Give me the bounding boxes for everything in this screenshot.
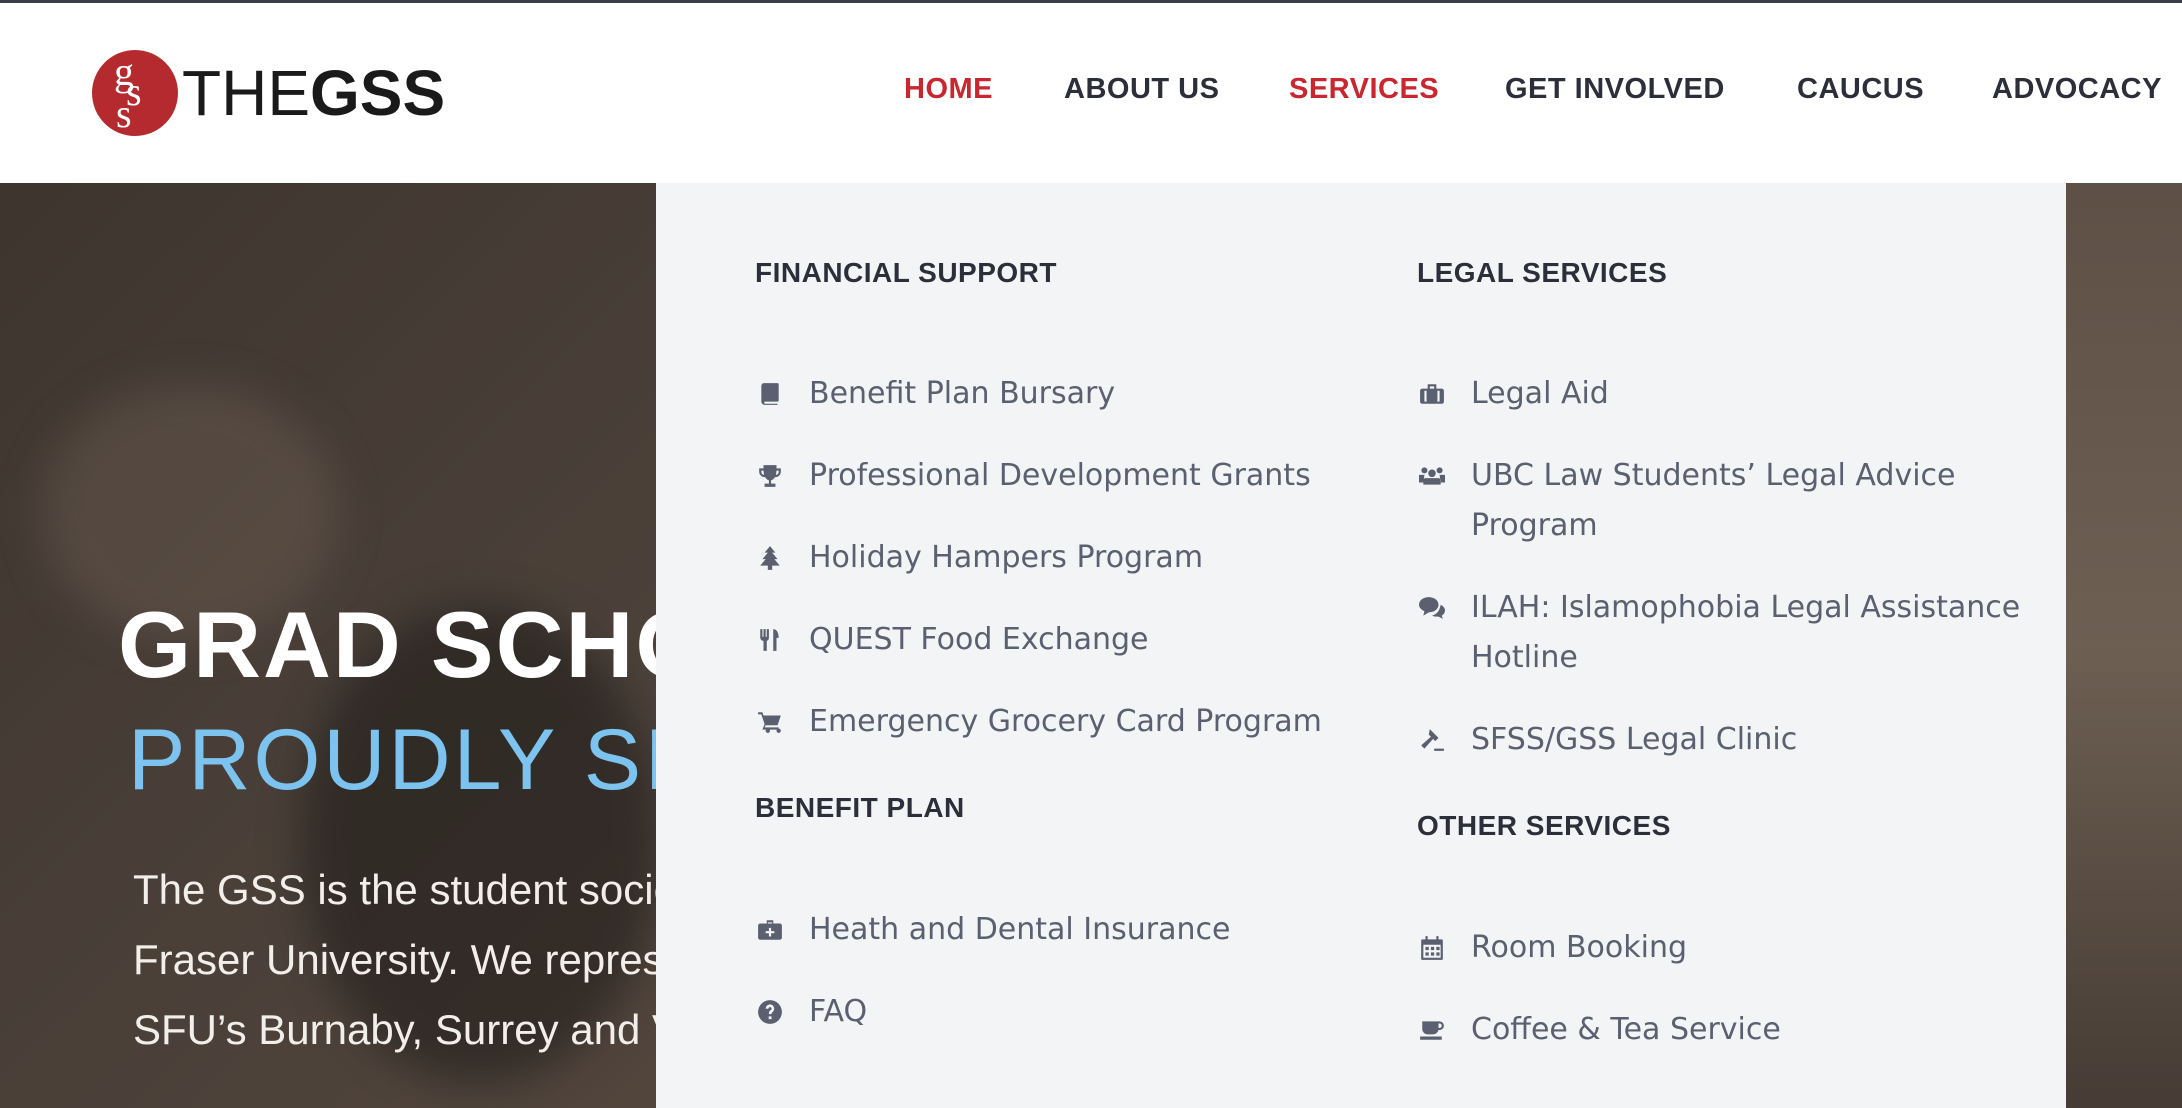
calendar-icon — [1417, 933, 1447, 963]
menu-item-label: Room Booking — [1471, 930, 1688, 965]
menu-item-label: Benefit Plan Bursary — [809, 376, 1116, 411]
hero-subtitle: PROUDLY SI — [128, 712, 671, 808]
cart-icon — [755, 707, 785, 737]
hero-background-right — [2066, 183, 2182, 1108]
briefcase-icon — [1417, 379, 1447, 409]
menu-item-label: Professional Development Grants — [809, 458, 1311, 493]
legal-services-heading: LEGAL SERVICES — [1417, 257, 1668, 288]
trophy-icon — [755, 461, 785, 491]
hero-title: GRAD SCHO — [118, 592, 711, 697]
financial-support-heading: FINANCIAL SUPPORT — [755, 257, 1057, 288]
nav-home[interactable]: HOME — [904, 73, 993, 106]
menu-item-label: FAQ — [809, 994, 868, 1029]
medkit-icon — [755, 915, 785, 945]
menu-item-label: Hotline — [1471, 640, 1578, 675]
main-nav: HOME ABOUT US SERVICES GET INVOLVED CAUC… — [0, 73, 2182, 113]
benefit-plan-heading: BENEFIT PLAN — [755, 792, 965, 823]
menu-item-label: Coffee & Tea Service — [1471, 1012, 1781, 1047]
tree-icon — [755, 543, 785, 573]
comments-icon — [1417, 593, 1447, 623]
site-header: g s s THEGSS HOME ABOUT US SERVICES GET … — [0, 3, 2182, 183]
nav-caucus[interactable]: CAUCUS — [1797, 73, 1924, 106]
menu-item-label: Emergency Grocery Card Program — [809, 704, 1322, 739]
nav-services[interactable]: SERVICES — [1289, 73, 1439, 106]
hero-paragraph-line: SFU’s Burnaby, Surrey and V — [133, 1006, 681, 1053]
menu-item-label: Legal Aid — [1471, 376, 1609, 411]
menu-item-label: Program — [1471, 508, 1598, 543]
menu-item-label: UBC Law Students’ Legal Advice — [1471, 458, 1956, 493]
menu-item-label: Holiday Hampers Program — [809, 540, 1204, 575]
nav-get-involved[interactable]: GET INVOLVED — [1505, 73, 1725, 106]
menu-item-label: SFSS/GSS Legal Clinic — [1471, 722, 1798, 757]
cutlery-icon — [755, 625, 785, 655]
coffee-icon — [1417, 1015, 1447, 1045]
question-icon — [755, 997, 785, 1027]
menu-item-label: ILAH: Islamophobia Legal Assistance — [1471, 590, 2021, 625]
menu-item-label: Heath and Dental Insurance — [809, 912, 1231, 947]
menu-item-label: QUEST Food Exchange — [809, 622, 1149, 657]
nav-about-us[interactable]: ABOUT US — [1064, 73, 1219, 106]
services-dropdown-menu: FINANCIAL SUPPORT Benefit Plan Bursary P… — [656, 183, 2066, 1108]
hero-paragraph-line: The GSS is the student socie — [133, 866, 677, 913]
hero-paragraph-line: Fraser University. We represe — [133, 936, 687, 983]
users-icon — [1417, 461, 1447, 491]
nav-advocacy[interactable]: ADVOCACY — [1992, 73, 2162, 106]
book-icon — [755, 379, 785, 409]
gavel-icon — [1417, 725, 1447, 755]
other-services-heading: OTHER SERVICES — [1417, 810, 1671, 841]
